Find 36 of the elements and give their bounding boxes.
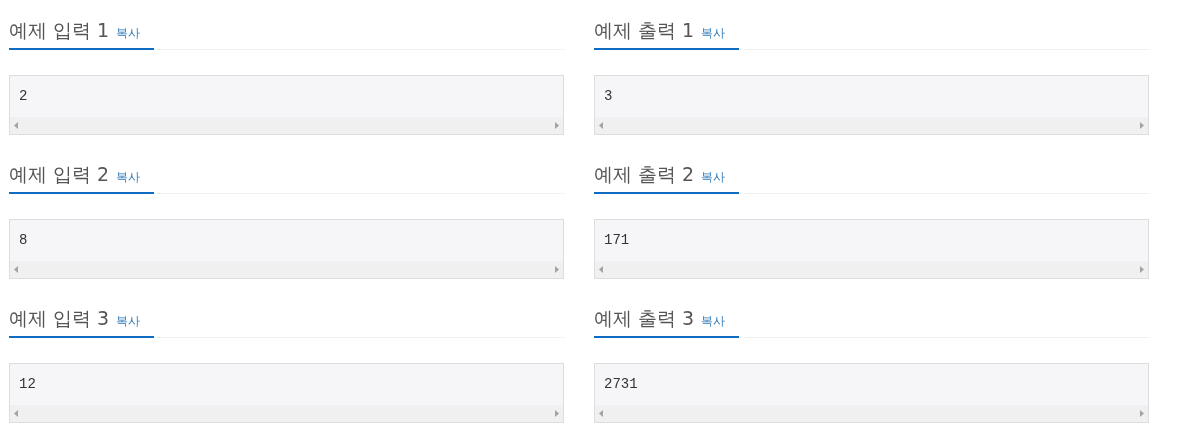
left-arrow-icon[interactable] (599, 122, 603, 129)
sample-heading: 예제 입력 2 (9, 162, 110, 187)
copy-link[interactable]: 복사 (116, 168, 141, 186)
sample-heading: 예제 출력 1 (594, 18, 695, 43)
copy-link[interactable]: 복사 (116, 24, 141, 42)
right-arrow-icon[interactable] (555, 122, 559, 129)
copy-link[interactable]: 복사 (701, 168, 726, 186)
scrollbar[interactable] (10, 117, 563, 134)
left-arrow-icon[interactable] (14, 122, 18, 129)
scrollbar[interactable] (595, 261, 1148, 278)
scrollbar[interactable] (10, 261, 563, 278)
right-arrow-icon[interactable] (1140, 266, 1144, 273)
scrollbar[interactable] (595, 117, 1148, 134)
scrollbar[interactable] (10, 405, 563, 422)
right-arrow-icon[interactable] (1140, 122, 1144, 129)
left-arrow-icon[interactable] (14, 410, 18, 417)
sample-value: 3 (604, 87, 613, 106)
sample-heading: 예제 출력 2 (594, 162, 695, 187)
left-arrow-icon[interactable] (599, 266, 603, 273)
left-arrow-icon[interactable] (14, 266, 18, 273)
sample-value: 171 (604, 231, 630, 250)
right-arrow-icon[interactable] (1140, 410, 1144, 417)
right-arrow-icon[interactable] (555, 410, 559, 417)
copy-link[interactable]: 복사 (116, 312, 141, 330)
scrollbar[interactable] (595, 405, 1148, 422)
copy-link[interactable]: 복사 (701, 312, 726, 330)
sample-value: 8 (19, 231, 28, 250)
left-arrow-icon[interactable] (599, 410, 603, 417)
right-arrow-icon[interactable] (555, 266, 559, 273)
sample-heading: 예제 입력 3 (9, 306, 110, 331)
sample-heading: 예제 출력 3 (594, 306, 695, 331)
sample-heading: 예제 입력 1 (9, 18, 110, 43)
sample-value: 2 (19, 87, 28, 106)
copy-link[interactable]: 복사 (701, 24, 726, 42)
sample-value: 2731 (604, 375, 638, 394)
sample-value: 12 (19, 375, 36, 394)
